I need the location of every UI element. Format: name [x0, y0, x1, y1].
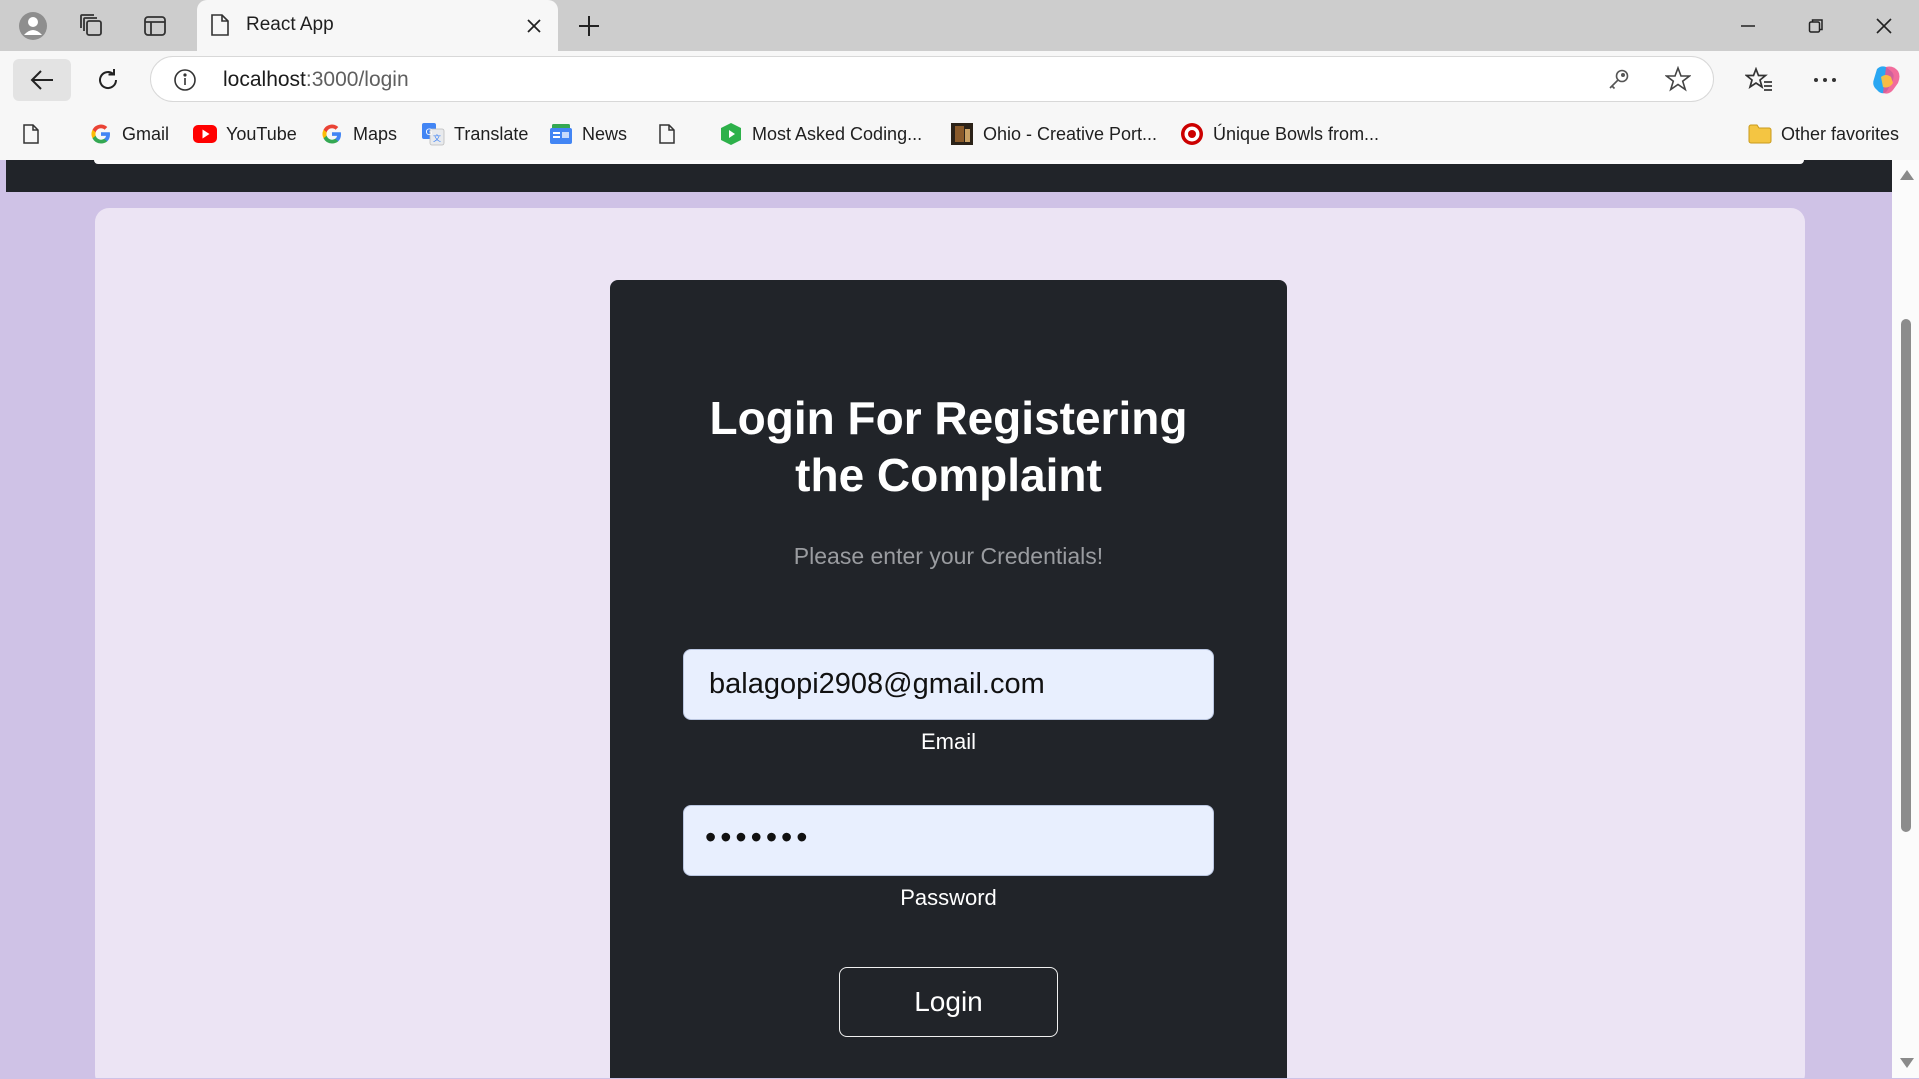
bookmark-page[interactable] [655, 121, 688, 147]
scroll-up-arrow-icon[interactable] [1900, 170, 1914, 180]
svg-text:文: 文 [433, 133, 441, 143]
bookmark-youtube[interactable]: YouTube [193, 121, 297, 147]
restore-icon[interactable] [1782, 0, 1850, 51]
bookmark-ohio-portfolio[interactable]: Ohio - Creative Port... [950, 121, 1157, 147]
bookmark-label: Other favorites [1781, 123, 1900, 144]
page-icon [19, 122, 43, 146]
page-viewport: Login For Registering the Complaint Plea… [6, 160, 1892, 1078]
bookmark-page[interactable] [19, 121, 52, 147]
url-host: localhost [223, 68, 306, 91]
google-icon [320, 122, 344, 146]
email-label: Email [920, 729, 976, 754]
bookmark-maps[interactable]: Maps [320, 121, 397, 147]
back-button[interactable] [13, 59, 71, 101]
login-button[interactable]: Login [839, 967, 1058, 1037]
translate-icon: G文 [421, 122, 445, 146]
bookmark-label: Maps [353, 123, 398, 144]
workspaces-icon[interactable] [72, 10, 112, 42]
active-tab[interactable]: React App [197, 0, 558, 51]
bookmark-other-favorites[interactable]: Other favorites [1748, 121, 1899, 147]
bookmark-unique-bowls[interactable]: Únique Bowls from... [1180, 121, 1379, 147]
email-input[interactable]: balagopi2908@gmail.com [683, 649, 1214, 720]
login-subtitle: Please enter your Credentials! [793, 543, 1104, 569]
content-panel: Login For Registering the Complaint Plea… [95, 208, 1805, 1078]
bookmark-label: News [582, 123, 628, 144]
login-title: Login For Registering the Complaint [610, 390, 1287, 504]
google-icon [89, 122, 113, 146]
login-title-line2: the Complaint [795, 449, 1102, 501]
password-input[interactable]: ••••••• [683, 805, 1214, 876]
bookmark-label: Gmail [122, 123, 170, 144]
svg-text:G: G [426, 128, 433, 138]
more-options-icon[interactable] [1801, 59, 1849, 101]
youtube-icon [193, 122, 217, 146]
bookmarks-bar: Gmail YouTube Maps G文 Translate News Mos… [0, 108, 1919, 160]
profile-icon[interactable] [13, 10, 53, 42]
password-key-icon[interactable] [1607, 67, 1631, 91]
bookmark-news[interactable]: News [549, 121, 627, 147]
navbar-bottom-edge [94, 160, 1804, 164]
folder-icon [1748, 122, 1772, 146]
bookmark-label: Most Asked Coding... [752, 123, 923, 144]
target-icon [1180, 122, 1204, 146]
page-icon [210, 13, 230, 37]
new-tab-icon[interactable] [571, 10, 607, 42]
app-navbar [6, 160, 1892, 192]
page-scrollbar[interactable] [1892, 160, 1919, 1078]
favorite-star-icon[interactable] [1665, 66, 1691, 92]
close-window-icon[interactable] [1850, 0, 1918, 51]
browser-tab-bar: React App [0, 0, 1919, 51]
portfolio-thumb-icon [950, 122, 974, 146]
page-icon [655, 122, 679, 146]
tab-title: React App [246, 14, 334, 35]
browser-toolbar: localhost:3000/login [0, 51, 1919, 108]
login-card: Login For Registering the Complaint Plea… [610, 280, 1287, 1078]
scroll-down-arrow-icon[interactable] [1900, 1058, 1914, 1068]
minimize-icon[interactable] [1714, 0, 1782, 51]
bookmark-most-asked-coding[interactable]: Most Asked Coding... [719, 121, 922, 147]
site-info-icon[interactable] [173, 68, 197, 92]
scrollbar-thumb[interactable] [1901, 319, 1911, 832]
favorites-icon[interactable] [1735, 59, 1783, 101]
green-shield-icon [719, 122, 743, 146]
bookmark-label: Translate [454, 123, 529, 144]
close-tab-icon[interactable] [521, 13, 547, 39]
password-label: Password [900, 885, 997, 910]
vertical-tabs-icon[interactable] [135, 10, 175, 42]
bookmark-label: Únique Bowls from... [1213, 123, 1380, 144]
address-bar[interactable]: localhost:3000/login [150, 56, 1714, 102]
url-path: :3000/login [305, 68, 409, 91]
bookmark-gmail[interactable]: Gmail [89, 121, 169, 147]
bookmark-translate[interactable]: G文 Translate [421, 121, 528, 147]
bookmark-label: Ohio - Creative Port... [983, 123, 1158, 144]
login-title-line1: Login For Registering [709, 392, 1188, 444]
address-url[interactable]: localhost:3000/login [223, 68, 409, 92]
bookmark-label: YouTube [226, 123, 297, 144]
refresh-button[interactable] [84, 59, 132, 101]
copilot-icon[interactable] [1862, 59, 1910, 101]
news-icon [549, 122, 573, 146]
